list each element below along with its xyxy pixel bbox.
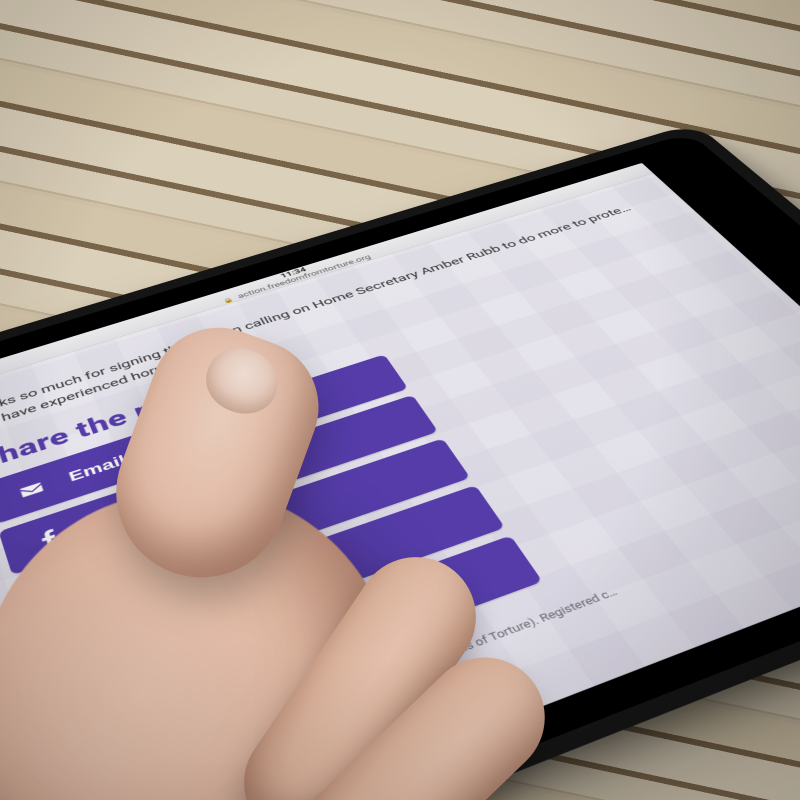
share-email-label: Email: [67, 453, 128, 484]
share-facebook-label: Facebook: [85, 485, 191, 533]
tablet-screen: iPad 11:34 🔒 action.freedomfromtorture.o…: [0, 163, 800, 800]
share-whatsapp-label: WhatsApp: [126, 585, 247, 641]
messenger-icon: [88, 691, 130, 727]
share-twitter-label: Twitter: [104, 545, 182, 585]
page-content: Thanks so much for signing the petition …: [0, 173, 800, 800]
share-button-list: Email Facebook: [0, 354, 543, 755]
twitter-icon: [48, 576, 86, 607]
email-icon: [14, 476, 49, 503]
facebook-icon: [30, 524, 67, 553]
whatsapp-icon: [67, 631, 107, 665]
photo-scene: iPad 11:34 🔒 action.freedomfromtorture.o…: [0, 0, 800, 800]
tablet-case: iPad 11:34 🔒 action.freedomfromtorture.o…: [0, 123, 800, 800]
tablet-body: iPad 11:34 🔒 action.freedomfromtorture.o…: [0, 133, 800, 800]
